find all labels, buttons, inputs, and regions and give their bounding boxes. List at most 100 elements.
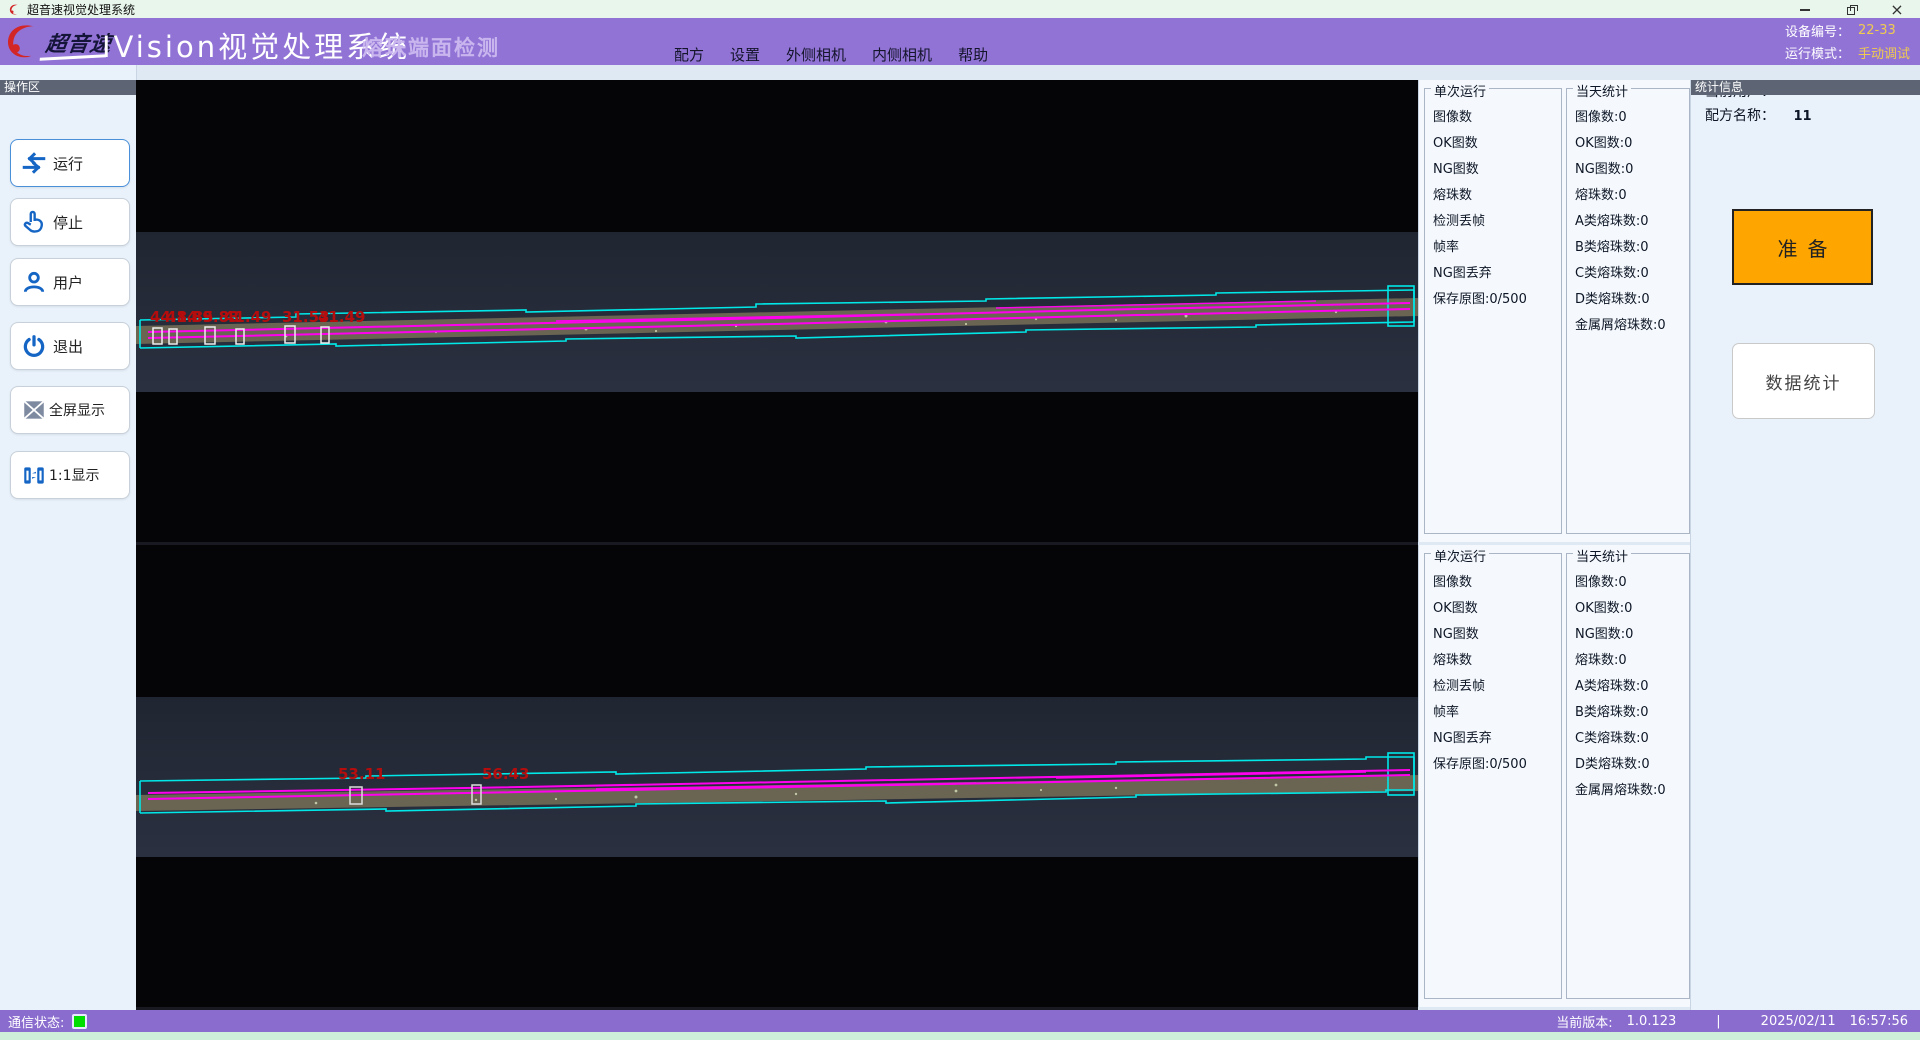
stat-row: 金属屑熔珠数:0 [1567,313,1689,339]
stat-row: OK图数:0 [1567,131,1689,157]
measurement-label: 41.49 [224,309,271,325]
stat-row: 帧率 [1425,700,1561,726]
groupbox-title: 单次运行 [1431,81,1489,100]
stat-row: 熔珠数:0 [1567,648,1689,674]
fullscreen-icon [21,397,47,423]
run-button-label: 运行 [53,153,83,174]
measurement-label: 53.11 [338,766,385,782]
stat-row: 金属屑熔珠数:0 [1567,778,1689,804]
device-id-label: 设备编号： [1785,21,1850,40]
groupbox-single-run: 单次运行 图像数OK图数NG图数熔珠数检测丢帧帧率NG图丢弃保存原图:0/500 [1424,88,1562,534]
run-mode-value: 手动调试 [1858,43,1910,62]
groupbox-single-run: 单次运行 图像数OK图数NG图数熔珠数检测丢帧帧率NG图丢弃保存原图:0/500 [1424,553,1562,999]
version-value: 1.0.123 [1627,1014,1677,1029]
run-button[interactable]: 运行 [10,139,130,187]
stat-row: A类熔珠数:0 [1567,674,1689,700]
app-header: 超音速 IVision视觉处理系统 熔珠端面检测 配方 设置 外侧相机 内侧相机… [0,18,1920,65]
user-button[interactable]: 用户 [10,258,130,306]
version-label: 当前版本: [1556,1012,1612,1031]
exit-button[interactable]: 退出 [10,322,130,370]
device-info: 设备编号： 22-33 运行模式： 手动调试 [1785,21,1910,62]
status-separator: | [1716,1014,1720,1029]
stats-section-top: 单次运行 图像数OK图数NG图数熔珠数检测丢帧帧率NG图丢弃保存原图:0/500… [1418,80,1691,542]
stat-row: 检测丢帧 [1425,674,1561,700]
menu-item-recipe[interactable]: 配方 [674,44,704,65]
stat-row: A类熔珠数:0 [1567,209,1689,235]
one-to-one-button[interactable]: 1:1显示 [10,451,130,499]
power-icon [21,333,47,359]
weld-overlay-bottom [136,545,1418,1007]
stop-button-label: 停止 [53,212,83,233]
exit-button-label: 退出 [53,336,83,357]
data-statistics-button[interactable]: 数据统计 [1732,343,1875,419]
stat-row: 检测丢帧 [1425,209,1561,235]
stat-row: OK图数 [1425,596,1561,622]
camera-view-stack: 44.84 41.85 39.83 41.49 31.53 41.49 [136,80,1418,1010]
user-button-label: 用户 [53,272,83,293]
status-date: 2025/02/11 [1761,1014,1836,1029]
one-to-one-icon [21,462,47,488]
groupbox-title: 当天统计 [1573,81,1631,100]
stop-hand-icon [21,209,47,235]
stat-row: 熔珠数 [1425,648,1561,674]
groupbox-title: 当天统计 [1573,546,1631,565]
single-run-rows: 图像数OK图数NG图数熔珠数检测丢帧帧率NG图丢弃保存原图:0/500 [1425,89,1561,313]
stat-row: D类熔珠数:0 [1567,287,1689,313]
stop-button[interactable]: 停止 [10,198,130,246]
camera-view-top: 44.84 41.85 39.83 41.49 31.53 41.49 [136,80,1418,542]
restore-icon [1847,5,1856,14]
stat-row: NG图丢弃 [1425,726,1561,752]
stat-row: 熔珠数:0 [1567,183,1689,209]
stat-row: 保存原图:0/500 [1425,287,1561,313]
groupbox-day-stats: 当天统计 图像数:0OK图数:0NG图数:0熔珠数:0A类熔珠数:0B类熔珠数:… [1566,88,1690,534]
minimize-button[interactable] [1782,0,1828,18]
menu-item-settings[interactable]: 设置 [730,44,760,65]
menu-item-inner-camera[interactable]: 内侧相机 [872,44,932,65]
operation-sidebar: 操作区 运行 停止 用户 [0,65,137,1010]
stat-row: NG图丢弃 [1425,261,1561,287]
stat-row: NG图数 [1425,157,1561,183]
info-panel-title: 统计信息 [1691,80,1920,95]
stat-row: 图像数 [1425,105,1561,131]
stat-row: 图像数:0 [1567,570,1689,596]
day-stats-rows: 图像数:0OK图数:0NG图数:0熔珠数:0A类熔珠数:0B类熔珠数:0C类熔珠… [1567,89,1689,339]
day-stats-rows: 图像数:0OK图数:0NG图数:0熔珠数:0A类熔珠数:0B类熔珠数:0C类熔珠… [1567,554,1689,804]
measurement-label: 56.43 [482,766,529,782]
measurement-label: 41.49 [318,309,365,325]
stats-section-bottom: 单次运行 图像数OK图数NG图数熔珠数检测丢帧帧率NG图丢弃保存原图:0/500… [1418,545,1691,1007]
stat-row: B类熔珠数:0 [1567,235,1689,261]
stat-row: OK图数:0 [1567,596,1689,622]
status-time: 16:57:56 [1850,1014,1908,1029]
stat-row: 图像数:0 [1567,105,1689,131]
single-run-rows: 图像数OK图数NG图数熔珠数检测丢帧帧率NG图丢弃保存原图:0/500 [1425,554,1561,778]
stat-row: 图像数 [1425,570,1561,596]
window-titlebar: 超音速视觉处理系统 × [0,0,1920,18]
close-button[interactable]: × [1874,0,1920,18]
app-logo-icon [8,3,21,16]
sidebar-title: 操作区 [0,80,136,95]
comm-status-indicator [72,1014,87,1029]
stat-row: 熔珠数 [1425,183,1561,209]
logo-emblem-icon [2,20,44,66]
menu-item-outer-camera[interactable]: 外侧相机 [786,44,846,65]
one-to-one-button-label: 1:1显示 [49,465,100,485]
camera-view-bottom: 53.11 56.43 [136,545,1418,1007]
fullscreen-button[interactable]: 全屏显示 [10,386,130,434]
stat-row: C类熔珠数:0 [1567,726,1689,752]
stat-row: NG图数:0 [1567,622,1689,648]
close-icon: × [1890,0,1903,19]
device-id-value: 22-33 [1858,23,1910,38]
brand-logo: 超音速 [2,20,112,66]
stat-row: OK图数 [1425,131,1561,157]
menu-item-help[interactable]: 帮助 [958,44,988,65]
restore-button[interactable] [1828,0,1874,18]
stat-row: 帧率 [1425,235,1561,261]
stat-row: NG图数:0 [1567,157,1689,183]
stat-row: B类熔珠数:0 [1567,700,1689,726]
groupbox-title: 单次运行 [1431,546,1489,565]
stat-row: NG图数 [1425,622,1561,648]
comm-status-label: 通信状态: [8,1012,64,1031]
status-bar: 通信状态: 当前版本: 1.0.123 | 2025/02/11 16:57:5… [0,1010,1920,1032]
run-mode-label: 运行模式： [1785,43,1850,62]
prepare-button[interactable]: 准备 [1732,209,1873,285]
